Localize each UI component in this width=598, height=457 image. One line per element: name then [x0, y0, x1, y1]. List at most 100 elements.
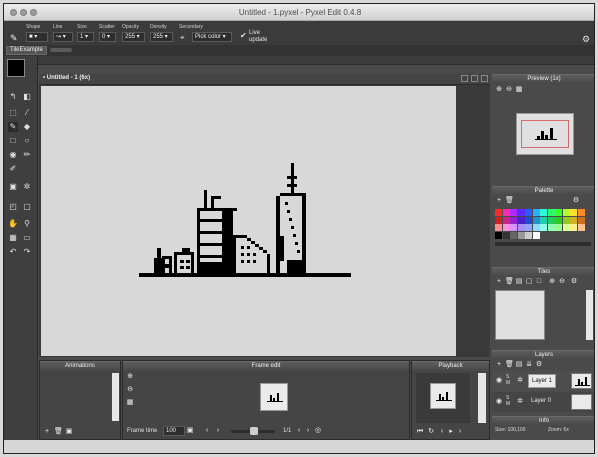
- add-color-icon[interactable]: +: [495, 197, 503, 205]
- pencil-icon[interactable]: ✎: [8, 122, 18, 132]
- restore-view-icon[interactable]: [461, 75, 468, 82]
- tiles-options-icon[interactable]: ⚙: [570, 278, 578, 286]
- canvas-vertical-scrollbar[interactable]: [456, 86, 490, 356]
- frame-slider-handle[interactable]: [250, 427, 258, 435]
- animation-settings-icon[interactable]: ▣: [65, 428, 73, 436]
- palette-scrollbar[interactable]: [495, 242, 591, 246]
- palette-swatch[interactable]: [517, 209, 525, 216]
- zoom-out-icon[interactable]: ⊖: [505, 86, 513, 94]
- palette-grid[interactable]: [495, 209, 587, 240]
- magic-wand-icon[interactable]: ⁄: [22, 108, 32, 118]
- duplicate-layer-icon[interactable]: ▤: [515, 361, 523, 369]
- layer-row[interactable]: ◉ SM ✲ Layer 0: [492, 392, 594, 412]
- palette-swatch[interactable]: [532, 231, 540, 239]
- playback-loop-icon[interactable]: ↻: [427, 428, 435, 436]
- layer-options-icon[interactable]: ⚙: [535, 361, 543, 369]
- delete-animation-icon[interactable]: 🗑: [54, 428, 63, 436]
- duplicate-tile-icon[interactable]: ▤: [515, 278, 523, 286]
- palette-swatch[interactable]: [540, 209, 547, 216]
- layer-settings-icon[interactable]: ✲: [516, 377, 524, 385]
- palette-swatch[interactable]: [510, 216, 517, 224]
- palette-swatch[interactable]: [570, 224, 577, 231]
- hand-tool-icon[interactable]: ✋: [8, 219, 18, 229]
- palette-swatch[interactable]: [555, 224, 562, 231]
- line-select[interactable]: ↝ ▾: [53, 32, 73, 42]
- add-layer-icon[interactable]: +: [495, 361, 503, 369]
- tiles-zoom-out-icon[interactable]: ⊖: [558, 278, 566, 286]
- drawing-canvas[interactable]: [41, 86, 456, 356]
- palette-swatch[interactable]: [510, 209, 517, 216]
- playback-start-icon[interactable]: ⏮: [416, 428, 424, 436]
- palette-swatch[interactable]: [562, 209, 570, 216]
- palette-swatch[interactable]: [495, 216, 502, 224]
- layer-mute-flag[interactable]: M: [506, 380, 510, 386]
- palette-swatch[interactable]: [577, 209, 585, 216]
- select-tool-icon[interactable]: ⬚: [8, 108, 18, 118]
- palette-swatch[interactable]: [577, 224, 585, 231]
- previous-frame-icon[interactable]: ‹: [203, 427, 211, 435]
- frame-icon[interactable]: ▭: [22, 233, 32, 243]
- palette-swatch[interactable]: [517, 231, 525, 239]
- tiles-zoom-in-icon[interactable]: ⊕: [548, 278, 556, 286]
- frame-nav-next-icon[interactable]: ›: [304, 427, 312, 435]
- tiles-scrollbar[interactable]: [586, 290, 593, 340]
- eraser-icon[interactable]: ◆: [22, 122, 32, 132]
- palette-swatch[interactable]: [540, 216, 547, 224]
- palette-swatch[interactable]: [502, 216, 510, 224]
- tile-slot[interactable]: [495, 290, 545, 340]
- palette-swatch[interactable]: [517, 224, 525, 231]
- tile-stamp-icon[interactable]: ▢: [22, 202, 32, 212]
- size-select[interactable]: 1 ▾: [77, 32, 94, 42]
- close-view-icon[interactable]: [481, 75, 488, 82]
- palette-swatch[interactable]: [532, 224, 540, 231]
- playback-play-icon[interactable]: ▸: [447, 428, 455, 436]
- palette-swatch[interactable]: [570, 216, 577, 224]
- scatter-select[interactable]: 0 ▾: [99, 32, 116, 42]
- add-tile-icon[interactable]: +: [495, 278, 503, 286]
- tile-square-icon[interactable]: □: [535, 278, 543, 286]
- redo-icon[interactable]: ↷: [22, 247, 32, 257]
- palette-swatch[interactable]: [555, 209, 562, 216]
- palette-swatch[interactable]: [532, 216, 540, 224]
- layer-mute-flag[interactable]: M: [506, 401, 510, 407]
- onion-skin-icon[interactable]: ◎: [314, 427, 322, 435]
- zoom-in-icon[interactable]: ⊕: [495, 86, 503, 94]
- ellipse-icon[interactable]: ○: [22, 136, 32, 146]
- grid-icon[interactable]: ▦: [8, 233, 18, 243]
- preview-tile-icon[interactable]: ▦: [515, 86, 523, 94]
- playback-prev-icon[interactable]: ‹: [438, 428, 446, 436]
- tileset-tab[interactable]: TileExample: [6, 46, 47, 55]
- tile-square-icon[interactable]: ▣: [8, 182, 18, 192]
- fill-bucket-icon[interactable]: ◉: [8, 150, 18, 160]
- maximize-view-icon[interactable]: [471, 75, 478, 82]
- palette-swatch[interactable]: [525, 209, 532, 216]
- merge-layer-icon[interactable]: ⇊: [525, 361, 533, 369]
- tileset-tab-scroll[interactable]: [50, 48, 72, 52]
- frame-nav-prev-icon[interactable]: ‹: [295, 427, 303, 435]
- layer-settings-icon[interactable]: ✲: [516, 398, 524, 406]
- tile-place-icon[interactable]: ◰: [8, 202, 18, 212]
- palette-swatch[interactable]: [577, 216, 585, 224]
- palette-swatch[interactable]: [510, 224, 517, 231]
- zoom-tool-icon[interactable]: ⚲: [22, 219, 32, 229]
- opacity-select[interactable]: 255 ▾: [122, 32, 145, 42]
- playback-next-icon[interactable]: ›: [456, 428, 464, 436]
- layer-name[interactable]: Layer 1: [528, 374, 556, 388]
- playback-scrollbar[interactable]: [478, 373, 486, 423]
- density-select[interactable]: 255 ▾: [150, 32, 173, 42]
- visibility-eye-icon[interactable]: ◉: [495, 398, 503, 406]
- reset-colors-icon[interactable]: ◧: [22, 92, 32, 102]
- delete-layer-icon[interactable]: 🗑: [505, 361, 514, 369]
- preview-thumbnail[interactable]: [516, 113, 574, 155]
- shape-select[interactable]: ■ ▾: [26, 32, 48, 42]
- frame-thumbnail[interactable]: [260, 383, 288, 411]
- palette-swatch[interactable]: [510, 231, 517, 239]
- frame-zoom-out-icon[interactable]: ⊖: [126, 386, 134, 394]
- palette-swatch[interactable]: [547, 216, 555, 224]
- swap-colors-icon[interactable]: ↰: [8, 92, 18, 102]
- animations-scrollbar[interactable]: [112, 373, 119, 421]
- add-animation-icon[interactable]: +: [43, 428, 51, 436]
- palette-swatch[interactable]: [495, 209, 502, 216]
- palette-options-icon[interactable]: ⚙: [572, 197, 580, 205]
- palette-swatch[interactable]: [525, 216, 532, 224]
